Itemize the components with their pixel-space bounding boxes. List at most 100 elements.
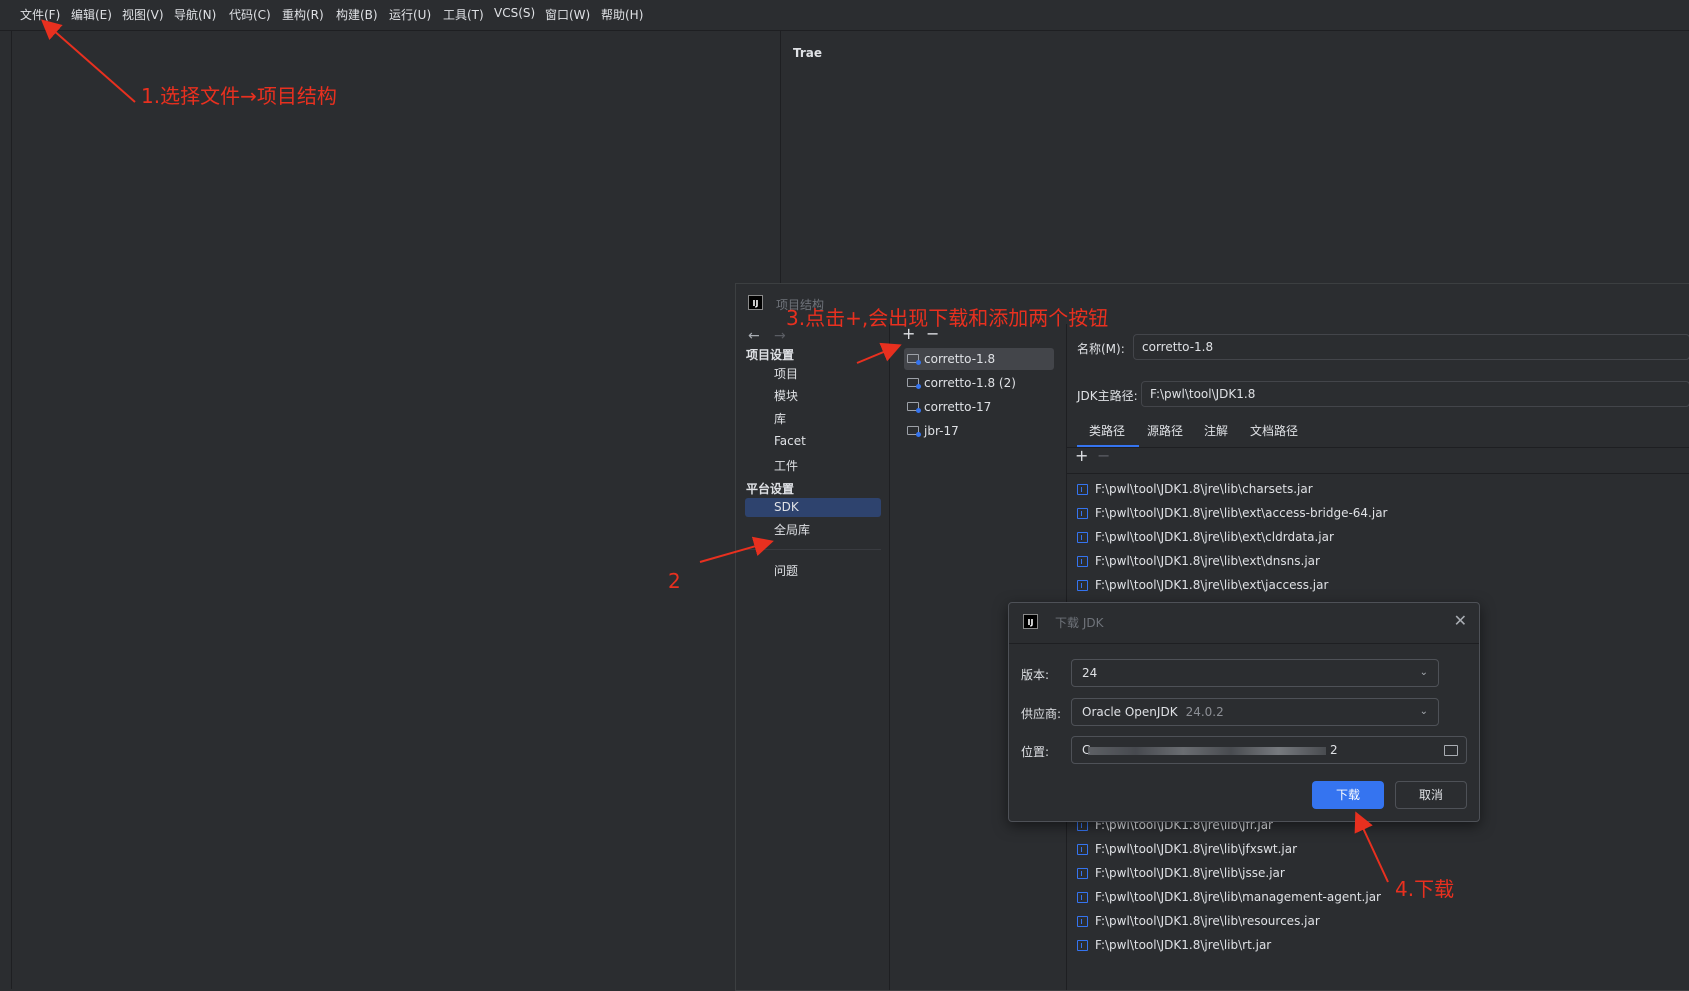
menu-vcs[interactable]: VCS(S) (494, 6, 535, 20)
classpath-entry[interactable]: F:\pwl\tool\JDK1.8\jre\lib\resources.jar (1077, 910, 1320, 932)
jdk-home-field[interactable]: F:\pwl\tool\JDK1.8 (1141, 381, 1689, 407)
menu-build[interactable]: 构建(B) (336, 6, 378, 23)
sdk-name-field[interactable]: corretto-1.8 (1133, 334, 1689, 360)
remove-classpath-icon[interactable]: − (1097, 446, 1110, 465)
menu-help[interactable]: 帮助(H) (601, 6, 643, 23)
jar-icon (1077, 868, 1088, 879)
menu-run[interactable]: 运行(U) (389, 6, 431, 23)
vendor-select[interactable]: Oracle OpenJDK 24.0.2 ⌄ (1071, 698, 1439, 726)
download-jdk-dialog: IJ 下载 JDK ✕ 版本: 24 ⌄ 供应商: Oracle OpenJDK… (1008, 602, 1480, 822)
sdk-item[interactable]: jbr-17 (904, 420, 1054, 442)
tab-sourcepath[interactable]: 源路径 (1147, 422, 1183, 439)
nav-item-libraries[interactable]: 库 (774, 410, 786, 427)
nav-item-project[interactable]: 项目 (774, 365, 798, 382)
menu-code[interactable]: 代码(C) (229, 6, 271, 23)
classpath-path: F:\pwl\tool\JDK1.8\jre\lib\rt.jar (1095, 938, 1272, 952)
sdk-name: jbr-17 (924, 424, 959, 438)
version-select[interactable]: 24 ⌄ (1071, 659, 1439, 687)
browse-folder-icon[interactable] (1444, 745, 1458, 756)
project-settings-heading: 项目设置 (746, 348, 795, 362)
classpath-path: F:\pwl\tool\JDK1.8\jre\lib\ext\cldrdata.… (1095, 530, 1334, 544)
classpath-entry[interactable]: F:\pwl\tool\JDK1.8\jre\lib\jfxswt.jar (1077, 838, 1297, 860)
jdk-folder-icon (907, 378, 921, 389)
sdk-name: corretto-17 (924, 400, 992, 414)
nav-item-artifacts[interactable]: 工件 (774, 457, 798, 474)
settings-nav: ← → 项目设置 项目 模块 库 Facet 工件 平台设置 SDK 全局库 问… (736, 324, 890, 990)
toolbar-divider (1067, 473, 1689, 474)
jdk-folder-icon (907, 426, 921, 437)
menu-navigate[interactable]: 导航(N) (174, 6, 216, 23)
menu-bar: 文件(F) 编辑(E) 视图(V) 导航(N) 代码(C) 重构(R) 构建(B… (0, 0, 1689, 31)
tab-documentation-paths[interactable]: 文档路径 (1250, 422, 1298, 439)
location-field[interactable]: C 2 (1071, 736, 1467, 764)
menu-tools[interactable]: 工具(T) (443, 6, 484, 23)
vendor-value: Oracle OpenJDK (1082, 705, 1178, 719)
sdk-name: corretto-1.8 (924, 352, 996, 366)
classpath-path: F:\pwl\tool\JDK1.8\jre\lib\charsets.jar (1095, 482, 1313, 496)
menu-view[interactable]: 视图(V) (122, 6, 164, 23)
forward-arrow-icon[interactable]: → (774, 328, 786, 344)
nav-item-facets[interactable]: Facet (774, 434, 806, 448)
redacted-path (1088, 747, 1326, 755)
right-panel-title: Trae (793, 46, 823, 60)
intellij-logo-icon: IJ (1023, 614, 1038, 629)
download-jdk-titlebar: IJ 下载 JDK ✕ (1009, 603, 1479, 644)
add-classpath-icon[interactable]: + (1075, 446, 1088, 465)
name-label: 名称(M): (1077, 342, 1125, 356)
nav-selection-highlight (745, 498, 881, 517)
annotation-step3: 3.点击+,会出现下载和添加两个按钮 (786, 306, 1109, 330)
nav-item-problems[interactable]: 问题 (774, 562, 798, 579)
classpath-entry[interactable]: F:\pwl\tool\JDK1.8\jre\lib\jsse.jar (1077, 862, 1285, 884)
nav-item-global-libraries[interactable]: 全局库 (774, 521, 810, 538)
sdk-item[interactable]: corretto-1.8 (904, 348, 1054, 370)
tab-classpath[interactable]: 类路径 (1089, 422, 1125, 439)
sdk-item[interactable]: corretto-1.8 (2) (904, 372, 1054, 394)
version-label: 版本: (1021, 668, 1050, 682)
location-end: 2 (1330, 743, 1338, 757)
menu-refactor[interactable]: 重构(R) (282, 6, 324, 23)
menu-edit[interactable]: 编辑(E) (71, 6, 112, 23)
classpath-entry[interactable]: F:\pwl\tool\JDK1.8\jre\lib\ext\access-br… (1077, 502, 1388, 524)
tab-annotations[interactable]: 注解 (1204, 422, 1228, 439)
jar-icon (1077, 892, 1088, 903)
left-tool-strip (0, 31, 12, 989)
download-button[interactable]: 下载 (1312, 781, 1384, 809)
classpath-path: F:\pwl\tool\JDK1.8\jre\lib\jsse.jar (1095, 866, 1285, 880)
nav-item-sdk[interactable]: SDK (774, 500, 799, 514)
menu-file[interactable]: 文件(F) (20, 6, 60, 23)
classpath-path: F:\pwl\tool\JDK1.8\jre\lib\ext\access-br… (1095, 506, 1388, 520)
close-icon[interactable]: ✕ (1454, 611, 1467, 630)
menu-window[interactable]: 窗口(W) (545, 6, 590, 23)
classpath-path: F:\pwl\tool\JDK1.8\jre\lib\ext\jaccess.j… (1095, 578, 1329, 592)
cancel-button[interactable]: 取消 (1395, 781, 1467, 809)
jar-icon (1077, 556, 1088, 567)
classpath-path: F:\pwl\tool\JDK1.8\jre\lib\management-ag… (1095, 890, 1381, 904)
classpath-entry[interactable]: F:\pwl\tool\JDK1.8\jre\lib\ext\cldrdata.… (1077, 526, 1334, 548)
jdk-home-label: JDK主路径: (1077, 389, 1138, 403)
classpath-entry[interactable]: F:\pwl\tool\JDK1.8\jre\lib\ext\dnsns.jar (1077, 550, 1320, 572)
classpath-entry[interactable]: F:\pwl\tool\JDK1.8\jre\lib\management-ag… (1077, 886, 1381, 908)
vendor-label: 供应商: (1021, 707, 1062, 721)
jar-icon (1077, 844, 1088, 855)
classpath-entry[interactable]: F:\pwl\tool\JDK1.8\jre\lib\charsets.jar (1077, 478, 1313, 500)
back-arrow-icon[interactable]: ← (748, 328, 760, 344)
version-value: 24 (1082, 666, 1098, 680)
annotation-step4: 4.下载 (1395, 877, 1455, 901)
classpath-entry[interactable]: F:\pwl\tool\JDK1.8\jre\lib\ext\jaccess.j… (1077, 574, 1328, 596)
jar-icon (1077, 940, 1088, 951)
editor-area (12, 31, 780, 989)
tab-divider (1067, 447, 1689, 448)
jar-icon (1077, 484, 1088, 495)
nav-item-modules[interactable]: 模块 (774, 387, 798, 404)
vendor-version: 24.0.2 (1185, 705, 1224, 719)
jar-icon (1077, 580, 1088, 591)
annotation-step2: 2 (668, 569, 681, 593)
annotation-step1: 1.选择文件→项目结构 (141, 84, 337, 108)
platform-settings-heading: 平台设置 (746, 482, 795, 496)
nav-divider (746, 549, 881, 550)
sdk-item[interactable]: corretto-17 (904, 396, 1054, 418)
classpath-path: F:\pwl\tool\JDK1.8\jre\lib\resources.jar (1095, 914, 1320, 928)
classpath-entry[interactable]: F:\pwl\tool\JDK1.8\jre\lib\rt.jar (1077, 934, 1271, 956)
download-jdk-title: 下载 JDK (1055, 616, 1104, 630)
jdk-folder-icon (907, 354, 921, 365)
